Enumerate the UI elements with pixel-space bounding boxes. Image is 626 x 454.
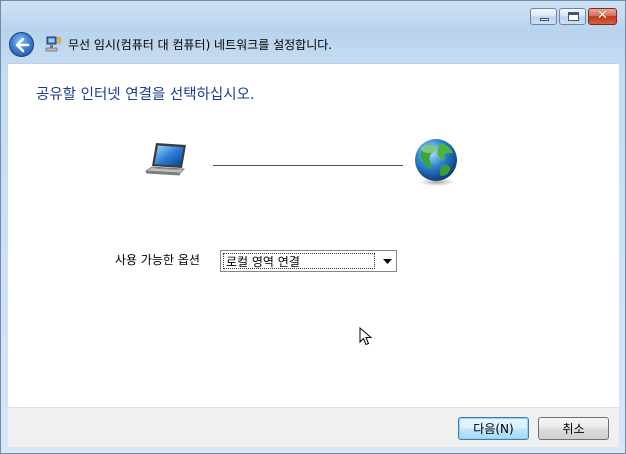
close-icon: ✕: [597, 8, 608, 23]
network-wizard-icon: [45, 36, 62, 52]
wizard-title: 무선 임시(컴퓨터 대 컴퓨터) 네트워크를 설정합니다.: [68, 37, 333, 52]
minimize-icon: [540, 18, 549, 21]
wizard-window: ✕ 무선 임시(컴퓨터 대 컴퓨터) 네트워크를 설정합니다. 공유할 인터넷 …: [0, 0, 626, 454]
caption-buttons: ✕: [530, 8, 617, 25]
available-options-label: 사용 가능한 옵션: [115, 253, 200, 267]
cancel-button[interactable]: 취소: [538, 417, 609, 440]
next-button[interactable]: 다음(N): [458, 417, 529, 440]
nav-row: 무선 임시(컴퓨터 대 컴퓨터) 네트워크를 설정합니다.: [9, 31, 609, 57]
minimize-button[interactable]: [530, 8, 557, 25]
connection-select[interactable]: 로컬 영역 연결: [220, 250, 397, 272]
page-heading: 공유할 인터넷 연결을 선택하십시오.: [36, 87, 255, 103]
maximize-icon: [568, 12, 579, 21]
close-button[interactable]: ✕: [588, 8, 617, 25]
back-button[interactable]: [9, 31, 34, 57]
wizard-footer: 다음(N) 취소: [8, 407, 619, 447]
wizard-content: 공유할 인터넷 연결을 선택하십시오. 사용 가능한 옵션 로컬 영역 연결: [8, 63, 619, 407]
chevron-down-icon[interactable]: [380, 252, 395, 270]
laptop-icon: [144, 143, 186, 176]
maximize-button[interactable]: [559, 8, 586, 25]
connection-line: [213, 165, 403, 166]
globe-icon: [415, 139, 457, 186]
back-arrow-icon: [15, 37, 30, 52]
mouse-cursor-icon: [359, 327, 373, 346]
select-value: 로컬 영역 연결: [223, 253, 375, 269]
